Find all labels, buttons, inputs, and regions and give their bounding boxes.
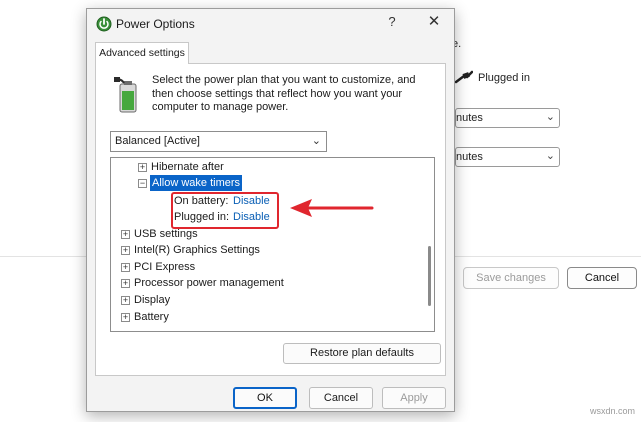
expand-icon[interactable]: + bbox=[138, 163, 147, 172]
power-plan-select[interactable]: Balanced [Active] ⌄ bbox=[110, 131, 327, 152]
tree-item-intel-graphics[interactable]: + Intel(R) Graphics Settings bbox=[111, 242, 411, 258]
tree-item-label: PCI Express bbox=[134, 261, 196, 273]
plug-icon bbox=[455, 70, 473, 84]
dialog-title: Power Options bbox=[116, 17, 195, 31]
tree-item-label: Intel(R) Graphics Settings bbox=[134, 244, 260, 256]
close-button[interactable]: ✕ bbox=[423, 12, 445, 34]
title-bar[interactable]: Power Options ? ✕ bbox=[87, 9, 454, 39]
power-options-icon bbox=[96, 16, 112, 32]
apply-button[interactable]: Apply bbox=[382, 387, 446, 409]
settings-tree[interactable]: + Hibernate after − Allow wake timers On… bbox=[110, 157, 435, 332]
tree-item-label: Allow wake timers bbox=[150, 175, 243, 191]
background-select-2-value: nutes bbox=[456, 151, 483, 163]
tab-advanced-settings[interactable]: Advanced settings bbox=[95, 42, 189, 64]
watermark-text: wsxdn.com bbox=[590, 406, 636, 416]
expand-icon[interactable]: + bbox=[121, 246, 130, 255]
power-plan-value: Balanced [Active] bbox=[115, 135, 200, 147]
tree-item-processor-power[interactable]: + Processor power management bbox=[111, 275, 411, 291]
save-changes-button[interactable]: Save changes bbox=[463, 267, 559, 289]
tree-item-label: Display bbox=[134, 294, 171, 306]
tree-item-label: Battery bbox=[134, 311, 169, 323]
ok-button[interactable]: OK bbox=[233, 387, 297, 409]
tree-item-usb-settings[interactable]: + USB settings bbox=[111, 226, 411, 242]
battery-plug-icon bbox=[114, 77, 137, 113]
expand-icon[interactable]: + bbox=[121, 279, 130, 288]
background-cancel-button[interactable]: Cancel bbox=[567, 267, 637, 289]
tree-item-allow-wake-timers[interactable]: − Allow wake timers bbox=[111, 175, 411, 191]
tree-scrollbar[interactable] bbox=[428, 246, 431, 306]
tree-item-display[interactable]: + Display bbox=[111, 292, 411, 308]
restore-plan-defaults-button[interactable]: Restore plan defaults bbox=[283, 343, 441, 364]
power-options-dialog: Power Options ? ✕ Advanced settings Sele… bbox=[86, 8, 455, 412]
description-text: Select the power plan that you want to c… bbox=[152, 74, 416, 113]
expand-icon[interactable]: + bbox=[121, 313, 130, 322]
red-arrow-annotation bbox=[290, 199, 374, 217]
collapse-icon[interactable]: − bbox=[138, 179, 147, 188]
expand-icon[interactable]: + bbox=[121, 263, 130, 272]
tree-item-battery[interactable]: + Battery bbox=[111, 309, 411, 325]
plugged-in-label: Plugged in bbox=[478, 72, 530, 84]
tree-item-label: Processor power management bbox=[134, 277, 284, 289]
chevron-down-icon: ⌄ bbox=[545, 150, 555, 162]
cancel-button[interactable]: Cancel bbox=[309, 387, 373, 409]
chevron-down-icon: ⌄ bbox=[311, 135, 321, 147]
background-select-2[interactable]: nutes ⌄ bbox=[455, 147, 560, 167]
tree-item-label: Hibernate after bbox=[151, 161, 224, 173]
tree-item-pci-express[interactable]: + PCI Express bbox=[111, 259, 411, 275]
expand-icon[interactable]: + bbox=[121, 230, 130, 239]
tree-item-hibernate-after[interactable]: + Hibernate after bbox=[111, 159, 411, 175]
red-highlight-box bbox=[171, 192, 279, 229]
expand-icon[interactable]: + bbox=[121, 296, 130, 305]
tree-item-label: USB settings bbox=[134, 228, 198, 240]
help-button[interactable]: ? bbox=[383, 14, 401, 34]
chevron-down-icon: ⌄ bbox=[545, 111, 555, 123]
advanced-settings-panel: Select the power plan that you want to c… bbox=[95, 63, 446, 376]
background-select-1-value: nutes bbox=[456, 112, 483, 124]
background-select-1[interactable]: nutes ⌄ bbox=[455, 108, 560, 128]
